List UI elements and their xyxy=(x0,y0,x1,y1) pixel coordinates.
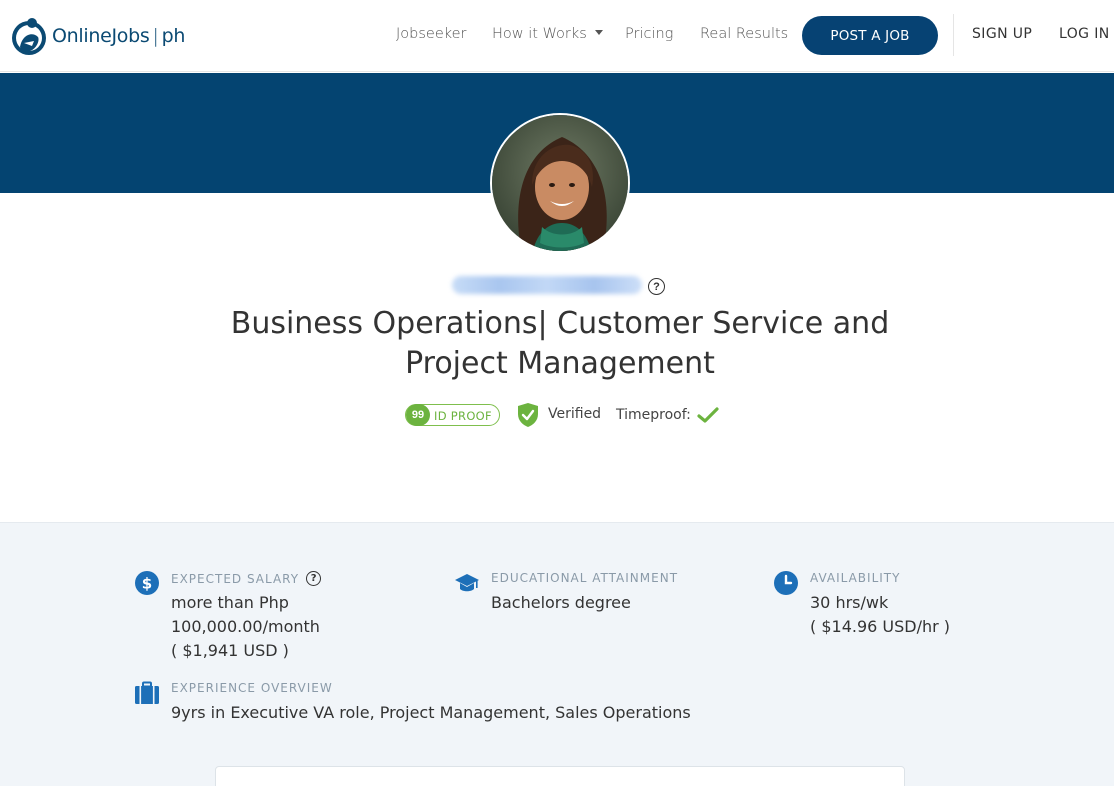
log-in-link[interactable]: LOG IN xyxy=(1059,26,1110,42)
sign-up-link[interactable]: SIGN UP xyxy=(972,26,1032,42)
headline-line-2: Project Management xyxy=(405,346,715,381)
blurred-name xyxy=(452,276,642,294)
post-job-button[interactable]: POST A JOB xyxy=(802,16,938,55)
timeproof-check-icon xyxy=(697,407,719,423)
details-section: $ EXPECTED SALARY? more than Php 100,000… xyxy=(0,522,1114,786)
id-proof-score: 99 xyxy=(406,404,430,426)
avatar-photo-icon xyxy=(492,115,628,251)
help-icon[interactable]: ? xyxy=(648,278,665,295)
salary-help-icon[interactable]: ? xyxy=(306,571,322,586)
briefcase-icon xyxy=(135,681,159,704)
headline-line-1: Business Operations| Customer Service an… xyxy=(230,306,890,341)
availability-value: 30 hrs/wk ( $14.96 USD/hr ) xyxy=(810,593,951,636)
experience-value: 9yrs in Executive VA role, Project Manag… xyxy=(171,703,691,722)
navbar: OnlineJobs | ph Jobseeker How it Works Pri… xyxy=(0,0,1114,72)
nav-link-real-results[interactable]: Real Results xyxy=(700,26,788,42)
graduation-cap-icon xyxy=(455,574,479,592)
logo-icon xyxy=(12,18,46,55)
avatar xyxy=(490,113,630,253)
badges-row: 99 ID PROOF Verified Timeproof: xyxy=(0,402,1114,428)
svg-text:$: $ xyxy=(142,575,152,593)
id-proof-label: ID PROOF xyxy=(434,409,492,423)
id-proof-badge[interactable]: 99 ID PROOF xyxy=(405,404,500,426)
expected-salary-label: EXPECTED SALARY? xyxy=(171,571,322,586)
content-card xyxy=(215,766,905,786)
education-value: Bachelors degree xyxy=(491,593,631,612)
education-label: EDUCATIONAL ATTAINMENT xyxy=(491,571,679,585)
caret-down-icon xyxy=(594,30,603,35)
expected-salary-value: more than Php 100,000.00/month ( $1,941 … xyxy=(171,593,320,660)
verified-label: Verified xyxy=(548,406,602,422)
logo-text: OnlineJobs | ph xyxy=(52,25,186,47)
nav-link-jobseeker[interactable]: Jobseeker xyxy=(396,26,467,42)
availability-label: AVAILABILITY xyxy=(810,571,901,585)
dollar-icon: $ xyxy=(135,571,159,595)
nav-link-pricing[interactable]: Pricing xyxy=(625,26,673,42)
timeproof-label: Timeproof: xyxy=(616,407,691,423)
profile-headline: Business Operations| Customer Service an… xyxy=(180,304,940,384)
logo[interactable]: OnlineJobs | ph xyxy=(10,14,185,58)
nav-link-how-it-works[interactable]: How it Works xyxy=(492,26,603,42)
experience-label: EXPERIENCE OVERVIEW xyxy=(171,681,333,695)
verified-shield-icon xyxy=(518,403,538,427)
clock-icon xyxy=(774,571,798,595)
nav-divider xyxy=(953,14,954,56)
